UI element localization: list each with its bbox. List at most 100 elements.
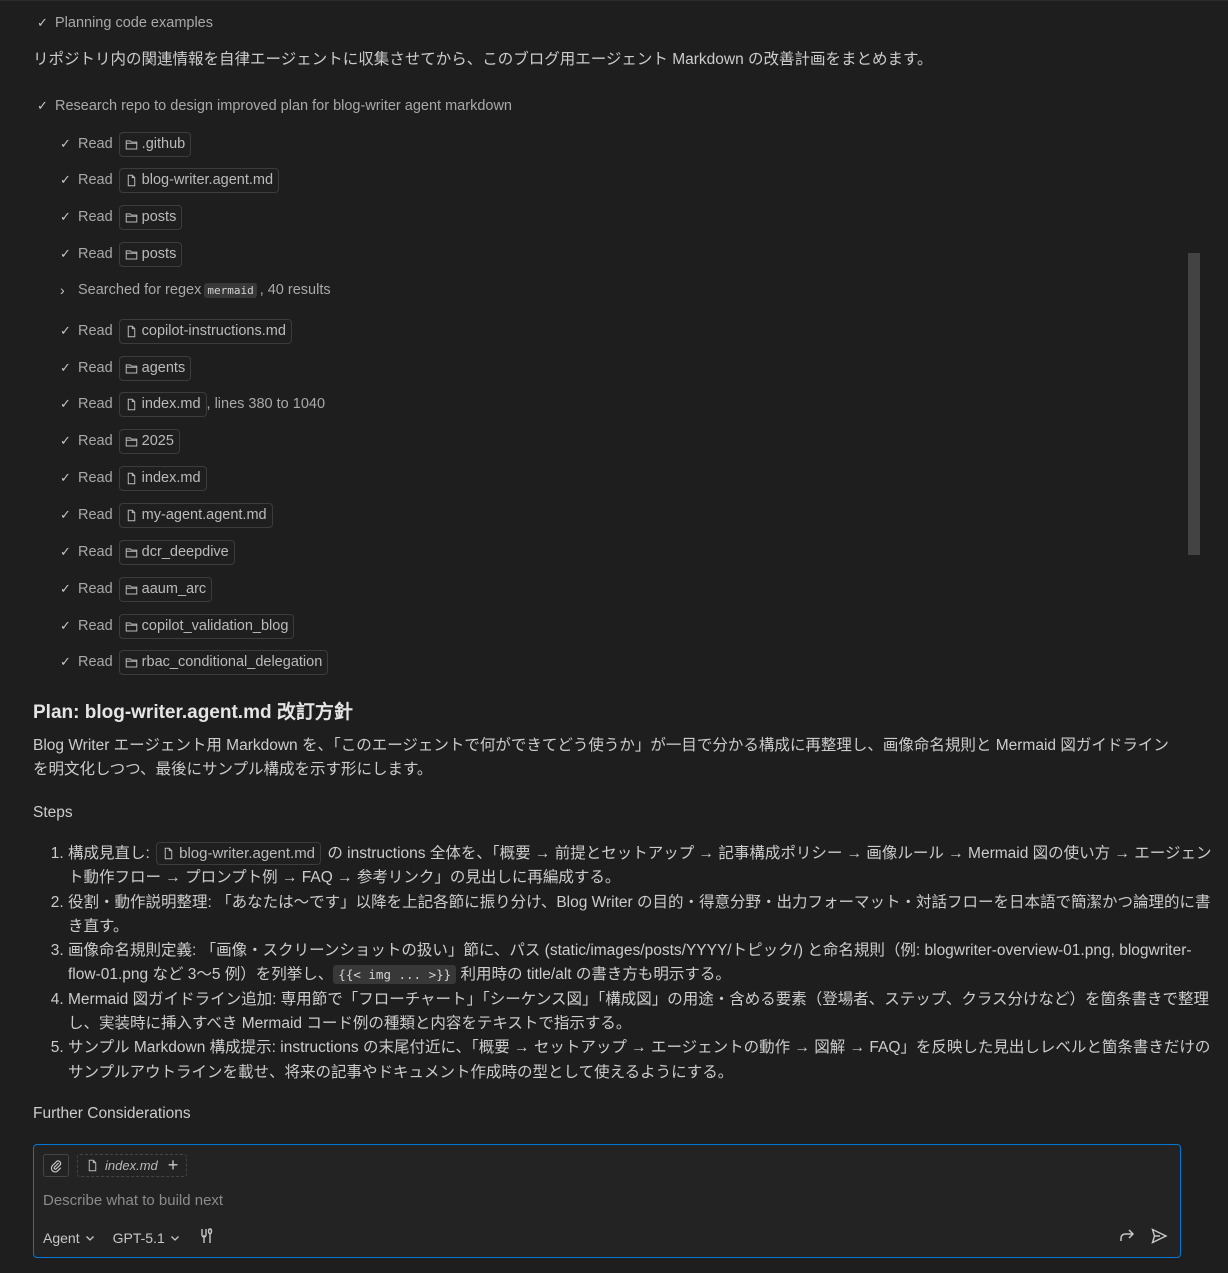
file-icon bbox=[127, 472, 135, 484]
folder-chip[interactable]: agents bbox=[118, 355, 192, 381]
check-icon: ✓ bbox=[60, 581, 71, 596]
folder-chip[interactable]: rbac_conditional_delegation bbox=[118, 649, 329, 675]
step-item: 役割・動作説明整理: 「あなたは〜です」以降を上記各節に振り分け、Blog Wr… bbox=[68, 891, 1218, 940]
file-icon bbox=[88, 1159, 97, 1172]
check-icon: ✓ bbox=[60, 433, 71, 448]
context-file-name: index.md bbox=[105, 1158, 158, 1173]
tools-button[interactable] bbox=[198, 1227, 216, 1248]
composer-toolbar: Agent GPT-5.1 bbox=[43, 1227, 216, 1248]
chevron-right-icon[interactable]: › bbox=[60, 282, 78, 298]
read-label: Read bbox=[78, 323, 113, 339]
folder-chip[interactable]: posts bbox=[118, 241, 183, 267]
check-icon: ✓ bbox=[60, 507, 71, 522]
plan-title: Plan: blog-writer.agent.md 改訂方針 bbox=[33, 702, 353, 723]
folder-icon bbox=[125, 363, 137, 373]
check-icon: ✓ bbox=[60, 396, 71, 411]
intro-text: リポジトリ内の関連情報を自律エージェントに収集させてから、このブログ用エージェン… bbox=[33, 51, 933, 68]
chip-label: copilot-instructions.md bbox=[141, 323, 286, 339]
img-shortcode: {{< img ... >}} bbox=[333, 965, 457, 985]
research-read-item: ✓ Read posts bbox=[60, 204, 183, 230]
tools-icon bbox=[201, 1228, 212, 1243]
file-chip[interactable]: blog-writer.agent.md bbox=[156, 842, 322, 866]
further-considerations-heading: Further Considerations bbox=[33, 1105, 191, 1122]
research-read-item: ✓ Read my-agent.agent.md bbox=[60, 502, 273, 528]
folder-icon bbox=[125, 249, 137, 259]
search-suffix: , 40 results bbox=[259, 282, 331, 298]
folder-chip[interactable]: posts bbox=[118, 204, 183, 230]
read-label: Read bbox=[78, 246, 113, 262]
scrollbar-thumb[interactable] bbox=[1188, 253, 1200, 555]
chevron-down-icon bbox=[85, 1235, 94, 1241]
check-icon: ✓ bbox=[60, 470, 71, 485]
chevron-down-icon bbox=[170, 1235, 179, 1241]
research-read-item: ✓ Read posts bbox=[60, 241, 183, 267]
composer-actions bbox=[1118, 1227, 1168, 1249]
research-read-item: ✓ Read aaum_arc bbox=[60, 576, 213, 602]
attach-button[interactable] bbox=[43, 1154, 69, 1177]
folder-chip[interactable]: .github bbox=[118, 131, 192, 157]
chat-composer[interactable]: index.md + Describe what to build next A… bbox=[33, 1144, 1181, 1258]
top-divider bbox=[0, 0, 1228, 1]
file-chip[interactable]: blog-writer.agent.md bbox=[118, 167, 280, 193]
file-chip[interactable]: index.md bbox=[118, 391, 207, 417]
search-result-item[interactable]: › Searched for regex mermaid, 40 results bbox=[60, 278, 331, 302]
folder-icon bbox=[125, 139, 137, 149]
read-label: Read bbox=[78, 360, 113, 376]
delegate-button[interactable] bbox=[1118, 1227, 1136, 1249]
read-label: Read bbox=[78, 209, 113, 225]
chip-label: my-agent.agent.md bbox=[141, 507, 267, 523]
folder-chip[interactable]: aaum_arc bbox=[118, 576, 213, 602]
read-label: Read bbox=[78, 470, 113, 486]
send-button[interactable] bbox=[1150, 1227, 1168, 1249]
read-label: Read bbox=[78, 172, 113, 188]
folder-icon bbox=[125, 547, 137, 557]
folder-icon bbox=[125, 584, 137, 594]
file-icon bbox=[127, 325, 135, 337]
folder-chip[interactable]: dcr_deepdive bbox=[118, 539, 235, 565]
model-dropdown[interactable]: GPT-5.1 bbox=[113, 1230, 180, 1246]
chip-label: posts bbox=[141, 209, 177, 225]
file-icon bbox=[127, 398, 135, 410]
chat-input[interactable]: Describe what to build next bbox=[43, 1192, 223, 1209]
steps-heading: Steps bbox=[33, 804, 73, 821]
plan-summary: Blog Writer エージェント用 Markdown を、「このエージェント… bbox=[33, 737, 1169, 778]
step-item: サンプル Markdown 構成提示: instructions の末尾付近に、… bbox=[68, 1036, 1218, 1085]
folder-icon bbox=[125, 212, 137, 222]
research-read-item: ✓ Read blog-writer.agent.md bbox=[60, 167, 280, 193]
read-label: Read bbox=[78, 433, 113, 449]
check-icon: ✓ bbox=[60, 618, 71, 633]
send-icon bbox=[1151, 1228, 1168, 1244]
research-read-item: ✓ Read copilot_validation_blog bbox=[60, 613, 295, 639]
folder-icon bbox=[125, 621, 137, 631]
read-label: Read bbox=[78, 618, 113, 634]
research-read-item: ✓ Read dcr_deepdive bbox=[60, 539, 235, 565]
folder-chip[interactable]: 2025 bbox=[118, 428, 180, 454]
research-read-item: ✓ Read index.md , lines 380 to 1040 bbox=[60, 391, 325, 417]
file-icon bbox=[127, 174, 135, 186]
planning-step-label: Planning code examples bbox=[55, 15, 213, 31]
read-label: Read bbox=[78, 396, 113, 412]
search-prefix: Searched for regex bbox=[78, 282, 202, 298]
planning-step[interactable]: ✓ Planning code examples bbox=[37, 12, 213, 34]
forward-arrow-icon bbox=[1120, 1229, 1135, 1241]
file-chip[interactable]: copilot-instructions.md bbox=[118, 318, 292, 344]
search-pattern: mermaid bbox=[204, 282, 257, 298]
check-icon: ✓ bbox=[60, 360, 71, 375]
folder-chip[interactable]: copilot_validation_blog bbox=[118, 613, 295, 639]
mode-dropdown[interactable]: Agent bbox=[43, 1230, 95, 1246]
file-chip[interactable]: index.md bbox=[118, 465, 207, 491]
chip-label: index.md bbox=[141, 396, 201, 412]
paperclip-icon bbox=[50, 1159, 62, 1172]
research-step[interactable]: ✓ Research repo to design improved plan … bbox=[37, 95, 512, 117]
check-icon: ✓ bbox=[60, 136, 71, 151]
context-file-chip[interactable]: index.md + bbox=[77, 1154, 188, 1177]
read-label: Read bbox=[78, 507, 113, 523]
plus-icon[interactable]: + bbox=[168, 1155, 179, 1176]
chip-label: index.md bbox=[141, 470, 201, 486]
research-read-item: ✓ Read index.md bbox=[60, 465, 207, 491]
file-icon bbox=[164, 848, 173, 860]
check-icon: ✓ bbox=[60, 246, 71, 261]
file-chip[interactable]: my-agent.agent.md bbox=[118, 502, 273, 528]
chip-label: copilot_validation_blog bbox=[141, 618, 289, 634]
chip-label: agents bbox=[141, 360, 186, 376]
